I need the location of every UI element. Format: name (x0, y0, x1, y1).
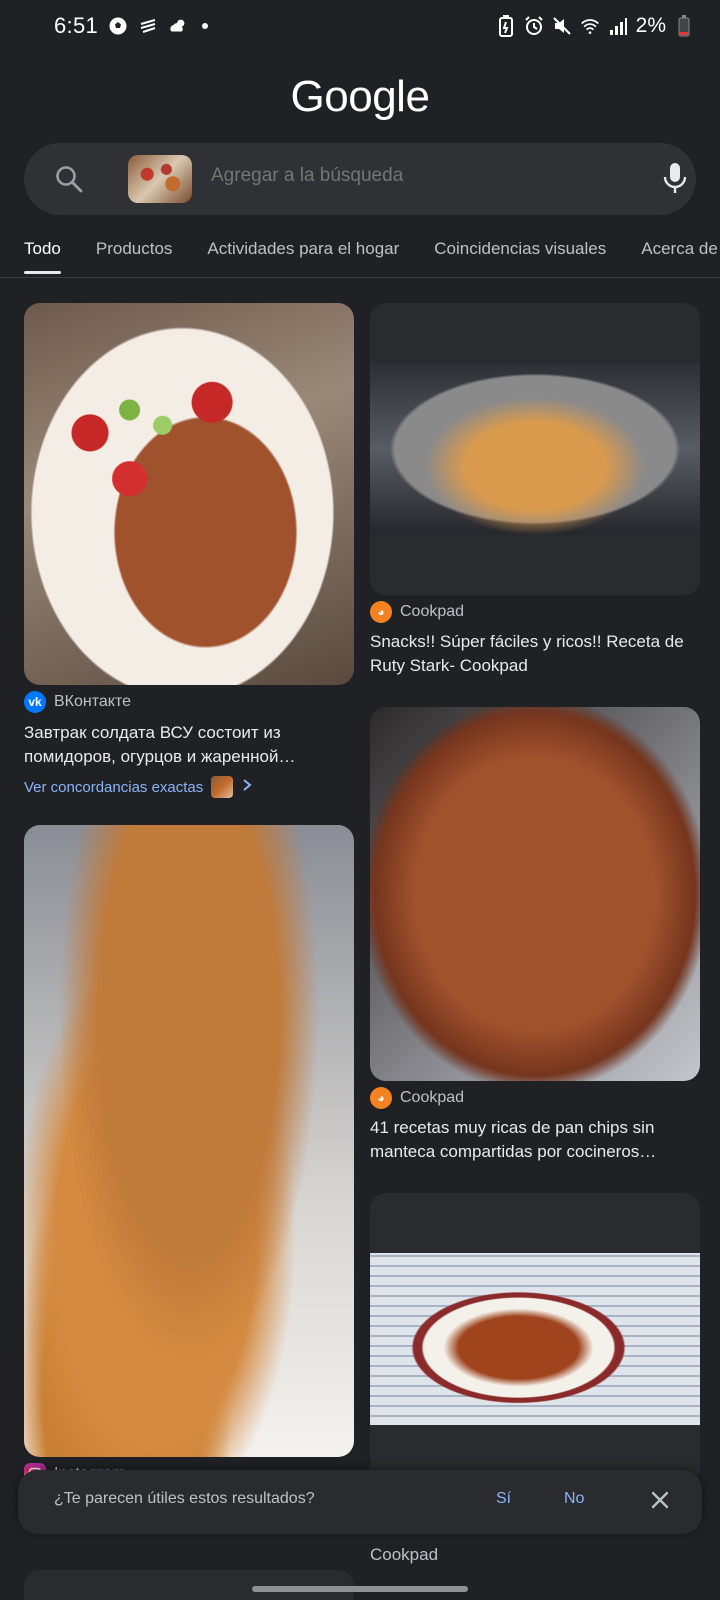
vk-icon: vk (24, 691, 46, 713)
filter-tabs: Todo Productos Actividades para el hogar… (0, 228, 720, 278)
search-input[interactable] (211, 165, 631, 187)
cookpad-icon: ◕ (370, 601, 392, 623)
feedback-yes-button[interactable]: Sí (496, 1490, 511, 1508)
source-name: ВКонтакте (54, 693, 131, 710)
feedback-no-button[interactable]: No (564, 1490, 584, 1508)
result-image-photo (370, 363, 700, 535)
mute-icon (552, 16, 572, 36)
signal-icon (608, 16, 628, 36)
battery-saver-icon (496, 15, 516, 37)
tab-todo[interactable]: Todo (24, 228, 61, 277)
notification-dot-icon (202, 23, 209, 29)
cookpad-icon: ◕ (370, 1087, 392, 1109)
status-time: 6:51 (54, 13, 99, 38)
result-title[interactable]: Snacks!! Súper fáciles y ricos!! Receta … (370, 630, 695, 678)
result-title[interactable]: Cookpad (370, 1543, 695, 1567)
result-title[interactable]: 41 recetas muy ricas de pan chips sin ma… (370, 1116, 695, 1164)
result-source[interactable]: ◕ Cookpad (370, 601, 464, 623)
tab-productos[interactable]: Productos (96, 228, 173, 277)
weather-haze-icon (138, 16, 158, 36)
result-source[interactable]: ◕ Cookpad (370, 1087, 464, 1109)
exact-matches-label: Ver concordancias exactas (24, 778, 204, 796)
source-name: Cookpad (400, 1089, 465, 1106)
source-name: Cookpad (400, 603, 465, 620)
query-image-thumbnail[interactable] (128, 155, 192, 203)
cloud-sun-icon (168, 16, 188, 36)
chevron-right-icon (241, 778, 253, 796)
close-icon[interactable] (648, 1488, 672, 1512)
soccer-ball-icon (108, 16, 128, 36)
status-bar: 6:51 2% (0, 0, 720, 52)
home-indicator[interactable] (252, 1586, 468, 1592)
result-image-peek[interactable] (24, 1570, 354, 1600)
wifi-icon (580, 16, 600, 36)
result-image[interactable] (370, 707, 700, 1081)
exact-matches-link[interactable]: Ver concordancias exactas (24, 776, 253, 798)
result-image[interactable] (370, 303, 700, 595)
result-title[interactable]: Завтрак солдата ВСУ состоит из помидоров… (24, 721, 349, 769)
google-logo[interactable]: Google (0, 72, 720, 122)
result-image[interactable] (24, 825, 354, 1457)
feedback-bar: ¿Te parecen útiles estos resultados? Sí … (18, 1470, 702, 1534)
exact-match-thumbnail (211, 776, 234, 798)
microphone-icon[interactable] (660, 161, 690, 197)
search-bar[interactable] (24, 143, 696, 215)
feedback-question: ¿Te parecen útiles estos resultados? (54, 1490, 315, 1507)
search-icon[interactable] (54, 164, 84, 194)
tab-coincidencias[interactable]: Coincidencias visuales (434, 228, 606, 277)
tab-acerca[interactable]: Acerca de (641, 228, 718, 277)
result-image[interactable] (24, 303, 354, 685)
result-source[interactable]: vk ВКонтакте (24, 691, 131, 713)
result-image-photo (370, 1253, 700, 1425)
tab-actividades[interactable]: Actividades para el hogar (207, 228, 399, 277)
battery-low-icon (674, 15, 694, 37)
result-image[interactable] (370, 1193, 700, 1485)
battery-percent: 2% (635, 14, 666, 37)
alarm-icon (524, 16, 544, 36)
